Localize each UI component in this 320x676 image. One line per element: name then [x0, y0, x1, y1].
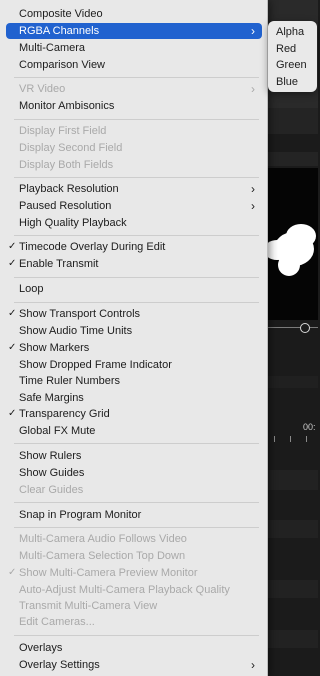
menu-item-comparison-view[interactable]: Comparison View [6, 57, 262, 73]
menu-separator [14, 277, 259, 278]
menu-separator [14, 527, 259, 528]
rgba-channels-submenu: Alpha Red Green Blue [268, 21, 317, 92]
chevron-right-icon: › [251, 182, 255, 196]
checkmark-icon: ✓ [8, 308, 17, 319]
checkmark-icon: ✓ [8, 567, 17, 578]
menu-item-snap-in-program-monitor[interactable]: Snap in Program Monitor [6, 507, 262, 523]
checkmark-icon: ✓ [8, 241, 17, 252]
menu-item-multicam-audio-follows-video: Multi-Camera Audio Follows Video [19, 533, 187, 545]
menu-separator [14, 635, 259, 636]
chevron-right-icon: › [251, 658, 255, 672]
menu-separator [14, 443, 259, 444]
submenu-item-red[interactable]: Red [276, 41, 296, 57]
menu-item-multicam-selection-top-down: Multi-Camera Selection Top Down [19, 550, 186, 562]
menu-item-safe-margins[interactable]: Safe Margins [6, 390, 262, 406]
menu-item-display-both-fields: Display Both Fields [19, 159, 114, 171]
menu-item-display-first-field: Display First Field [19, 125, 107, 137]
menu-separator [14, 235, 259, 236]
menu-item-show-audio-time-units[interactable]: Show Audio Time Units [6, 323, 262, 339]
menu-item-high-quality-playback[interactable]: High Quality Playback [6, 215, 262, 231]
menu-item-overlay-settings[interactable]: Overlay Settings › [6, 657, 262, 673]
menu-item-auto-adjust-multicam-quality: Auto-Adjust Multi-Camera Playback Qualit… [19, 584, 230, 596]
menu-separator [14, 119, 259, 120]
checkmark-icon: ✓ [8, 258, 17, 269]
timecode-label: 00: [303, 422, 316, 432]
chevron-right-icon: › [251, 82, 255, 96]
menu-item-playback-resolution[interactable]: Playback Resolution › [6, 181, 262, 197]
panel-context-menu: Composite Video RGBA Channels › Multi-Ca… [0, 0, 268, 676]
menu-item-time-ruler-numbers[interactable]: Time Ruler Numbers [6, 373, 262, 389]
menu-item-transmit-multicam-view: Transmit Multi-Camera View [19, 600, 158, 612]
menu-item-show-dropped-frame-indicator[interactable]: Show Dropped Frame Indicator [6, 357, 262, 373]
menu-item-enable-transmit[interactable]: ✓ Enable Transmit [6, 256, 262, 272]
menu-item-monitor-ambisonics[interactable]: Monitor Ambisonics [6, 98, 262, 114]
menu-item-overlays[interactable]: Overlays [6, 640, 262, 656]
menu-item-show-transport-controls[interactable]: ✓ Show Transport Controls [6, 306, 262, 322]
submenu-item-blue[interactable]: Blue [276, 74, 298, 90]
checkmark-icon: ✓ [8, 408, 17, 419]
menu-item-show-rulers[interactable]: Show Rulers [6, 448, 262, 464]
menu-item-edit-cameras: Edit Cameras... [19, 616, 95, 628]
menu-item-composite-video[interactable]: Composite Video [6, 6, 262, 22]
submenu-item-alpha[interactable]: Alpha [276, 24, 304, 40]
menu-item-vr-video: VR Video › [19, 82, 255, 96]
menu-separator [14, 502, 259, 503]
menu-item-loop[interactable]: Loop [6, 281, 262, 297]
menu-item-multi-camera[interactable]: Multi-Camera [6, 40, 262, 56]
menu-item-show-guides[interactable]: Show Guides [6, 465, 262, 481]
menu-item-rgba-channels[interactable]: RGBA Channels › [6, 23, 262, 39]
menu-separator [14, 302, 259, 303]
menu-item-clear-guides: Clear Guides [19, 484, 84, 496]
menu-item-global-fx-mute[interactable]: Global FX Mute [6, 423, 262, 439]
chevron-right-icon: › [251, 24, 255, 38]
menu-item-timecode-overlay[interactable]: ✓ Timecode Overlay During Edit [6, 239, 262, 255]
menu-item-show-markers[interactable]: ✓ Show Markers [6, 340, 262, 356]
chevron-right-icon: › [251, 199, 255, 213]
menu-item-paused-resolution[interactable]: Paused Resolution › [6, 198, 262, 214]
playhead-knob[interactable] [300, 323, 310, 333]
submenu-item-green[interactable]: Green [276, 57, 307, 73]
menu-item-display-second-field: Display Second Field [19, 142, 123, 154]
menu-separator [14, 77, 259, 78]
checkmark-icon: ✓ [8, 342, 17, 353]
menu-separator [14, 177, 259, 178]
menu-item-show-multicam-preview-monitor: ✓ Show Multi-Camera Preview Monitor [8, 567, 198, 579]
menu-item-transparency-grid[interactable]: ✓ Transparency Grid [6, 406, 262, 422]
